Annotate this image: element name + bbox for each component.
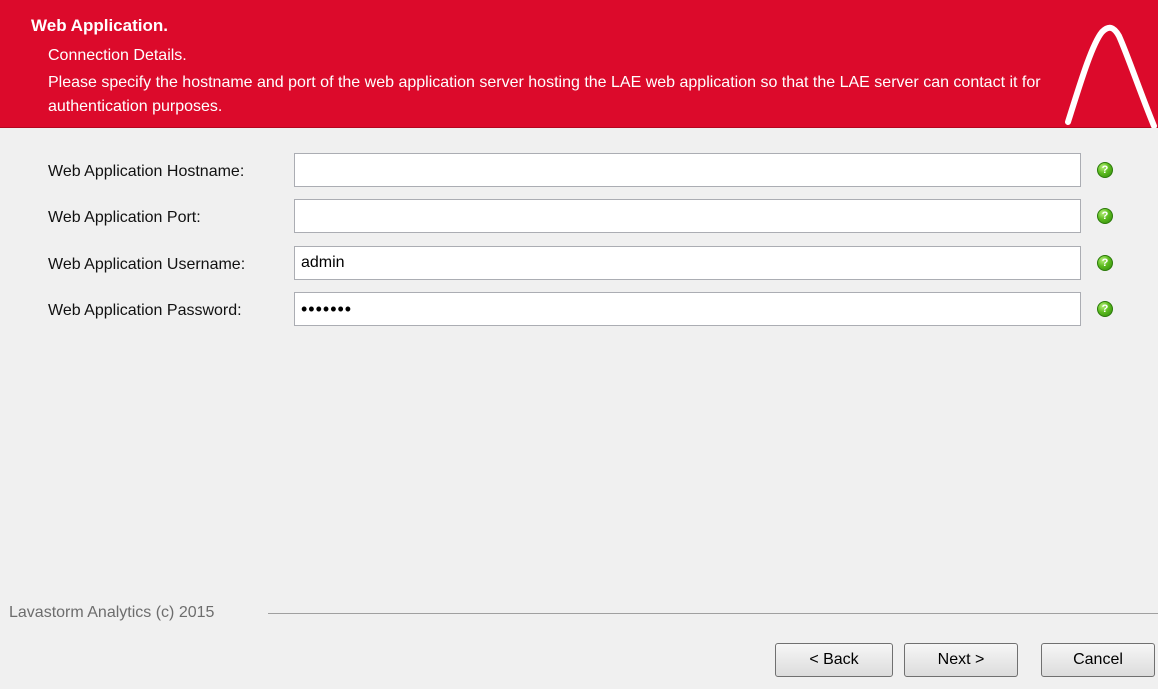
username-label: Web Application Username:	[48, 256, 246, 273]
cancel-button[interactable]: Cancel	[1041, 643, 1155, 677]
password-input[interactable]	[294, 292, 1081, 326]
back-button[interactable]: < Back	[775, 643, 893, 677]
footer-divider	[268, 613, 1158, 614]
next-button[interactable]: Next >	[904, 643, 1018, 677]
hostname-input[interactable]	[294, 153, 1081, 187]
password-help-icon[interactable]: ?	[1097, 301, 1113, 317]
header-description: Please specify the hostname and port of …	[48, 74, 1041, 115]
username-row: Web Application Username: ?	[0, 246, 1158, 282]
password-row: Web Application Password: ?	[0, 292, 1158, 328]
username-help-icon[interactable]: ?	[1097, 255, 1113, 271]
hostname-label: Web Application Hostname:	[48, 163, 245, 180]
header-subtitle: Connection Details.	[48, 47, 187, 64]
hostname-row: Web Application Hostname: ?	[0, 153, 1158, 189]
lavastorm-logo-icon	[1065, 24, 1157, 128]
password-label: Web Application Password:	[48, 302, 242, 319]
header-title: Web Application.	[31, 16, 168, 35]
port-label: Web Application Port:	[48, 209, 201, 226]
username-input[interactable]	[294, 246, 1081, 280]
wizard-header: Web Application. Connection Details. Ple…	[0, 0, 1158, 128]
copyright-text: Lavastorm Analytics (c) 2015	[9, 604, 221, 622]
port-row: Web Application Port: ?	[0, 199, 1158, 235]
port-input[interactable]	[294, 199, 1081, 233]
port-help-icon[interactable]: ?	[1097, 208, 1113, 224]
hostname-help-icon[interactable]: ?	[1097, 162, 1113, 178]
